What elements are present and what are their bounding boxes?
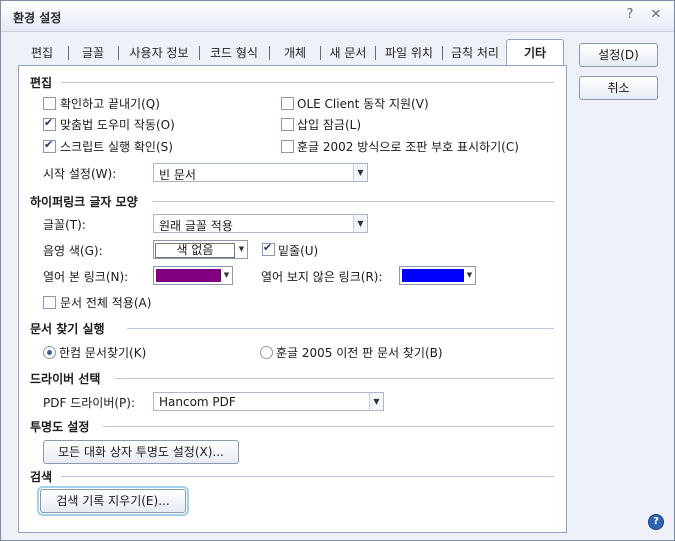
legacy-search-label: 훈글 2005 이전 판 문서 찾기(B) [276,346,443,360]
script-check-checkbox[interactable] [43,138,56,153]
hwp2002-protect-checkbox[interactable] [281,140,294,153]
section-title-edit: 편집 [30,76,53,90]
hancom-search-radio[interactable] [43,346,56,359]
unvisited-link-label: 열어 보지 않은 링크(R): [261,270,383,284]
unvisited-link-color-button[interactable]: ▼ [399,266,476,285]
spellcheck-checkbox[interactable] [43,116,56,131]
settings-dialog: 환경 설정 ? ✕ 편집 글꼴 사용자 정보 코드 형식 개체 새 문서 파일 … [0,0,675,541]
script-check-label: 스크립트 실행 확인(S) [60,140,173,154]
confirm-exit-label: 확인하고 끝내기(Q) [60,97,160,111]
tab-separator [442,46,443,60]
apply-all-label: 문서 전체 적용(A) [60,296,152,310]
font-dropdown[interactable]: 원래 글꼴 적용 ▼ [153,214,368,233]
chevron-down-icon: ▼ [353,164,367,181]
cancel-button[interactable]: 취소 [579,76,658,100]
tab-separator [320,46,321,60]
font-value: 원래 글꼴 적용 [159,219,233,233]
startup-dropdown[interactable]: 빈 문서 ▼ [153,163,368,182]
tab-line-break-rules[interactable]: 금칙 처리 [445,41,505,65]
ole-client-checkbox[interactable] [281,97,294,110]
title-bar: 환경 설정 ? ✕ [1,1,674,32]
ole-client-label: OLE Client 동작 지원(V) [297,97,429,111]
tab-separator [118,46,119,60]
other-settings-panel: 편집 확인하고 끝내기(Q) 맞춤법 도우미 작동(O) 스크립트 실행 확인(… [18,65,567,533]
apply-all-checkbox[interactable] [43,296,56,309]
shade-color-button[interactable]: 색 없음 ▼ [153,240,248,259]
section-title-history: 검색 [30,470,53,484]
startup-value: 빈 문서 [159,168,196,182]
section-divider [61,82,554,83]
section-divider [61,476,554,477]
startup-label: 시작 설정(W): [43,167,117,181]
chevron-down-icon: ▼ [369,393,383,410]
chevron-down-icon: ▼ [466,271,473,279]
tab-separator [68,46,69,60]
shade-color-value: 색 없음 [155,243,235,258]
section-divider [115,378,554,379]
chevron-down-icon: ▼ [223,271,230,279]
tab-code-format[interactable]: 코드 형식 [202,41,266,65]
tab-edit[interactable]: 편집 [19,41,65,65]
section-title-driver: 드라이버 선택 [30,372,101,386]
section-title-document-search: 문서 찾기 실행 [30,322,105,336]
dialog-title: 환경 설정 [13,11,62,25]
tab-font[interactable]: 글꼴 [71,41,115,65]
close-icon[interactable]: ✕ [647,6,665,24]
underline-checkbox[interactable] [262,241,275,256]
section-divider [152,201,554,202]
section-title-transparency: 투명도 설정 [30,420,90,434]
tab-bar: 편집 글꼴 사용자 정보 코드 형식 개체 새 문서 파일 위치 금칙 처리 기… [19,39,564,66]
section-divider [103,426,554,427]
confirm-exit-checkbox[interactable] [43,97,56,110]
hwp2002-protect-label: 훈글 2002 방식으로 조판 부호 표시하기(C) [297,140,519,154]
tab-new-document[interactable]: 새 문서 [323,41,373,65]
visited-link-color-button[interactable]: ▼ [153,266,233,285]
font-label: 글꼴(T): [43,218,86,232]
pdf-driver-value: Hancom PDF [159,395,236,409]
tab-user-info[interactable]: 사용자 정보 [121,41,197,65]
help-icon[interactable]: ? [621,6,639,24]
tab-other[interactable]: 기타 [506,39,564,66]
tab-object[interactable]: 개체 [272,41,318,65]
insert-lock-checkbox[interactable] [281,118,294,131]
shade-color-label: 음영 색(G): [43,244,103,258]
section-divider [127,328,554,329]
help-question-icon[interactable]: ? [648,514,664,530]
tab-separator [199,46,200,60]
pdf-driver-label: PDF 드라이버(P): [43,396,135,410]
ok-button[interactable]: 설정(D) [579,43,658,67]
insert-lock-label: 삽입 잠금(L) [297,118,362,132]
chevron-down-icon: ▼ [238,245,245,253]
pdf-driver-dropdown[interactable]: Hancom PDF ▼ [153,392,384,411]
underline-label: 밑줄(U) [278,244,319,258]
hancom-search-label: 한컴 문서찾기(K) [59,346,147,360]
transparency-settings-button[interactable]: 모든 대화 상자 투명도 설정(X)... [43,440,239,464]
section-title-hyperlink: 하이퍼링크 글자 모양 [30,195,138,209]
legacy-search-radio[interactable] [260,346,273,359]
tab-separator [269,46,270,60]
tab-separator [375,46,376,60]
spellcheck-label: 맞춤법 도우미 작동(O) [60,118,175,132]
chevron-down-icon: ▼ [353,215,367,232]
clear-search-history-button[interactable]: 검색 기록 지우기(E)... [37,486,189,516]
unvisited-link-swatch [402,269,464,282]
visited-link-label: 열어 본 링크(N): [43,270,129,284]
visited-link-swatch [156,269,221,282]
tab-file-location[interactable]: 파일 위치 [378,41,440,65]
